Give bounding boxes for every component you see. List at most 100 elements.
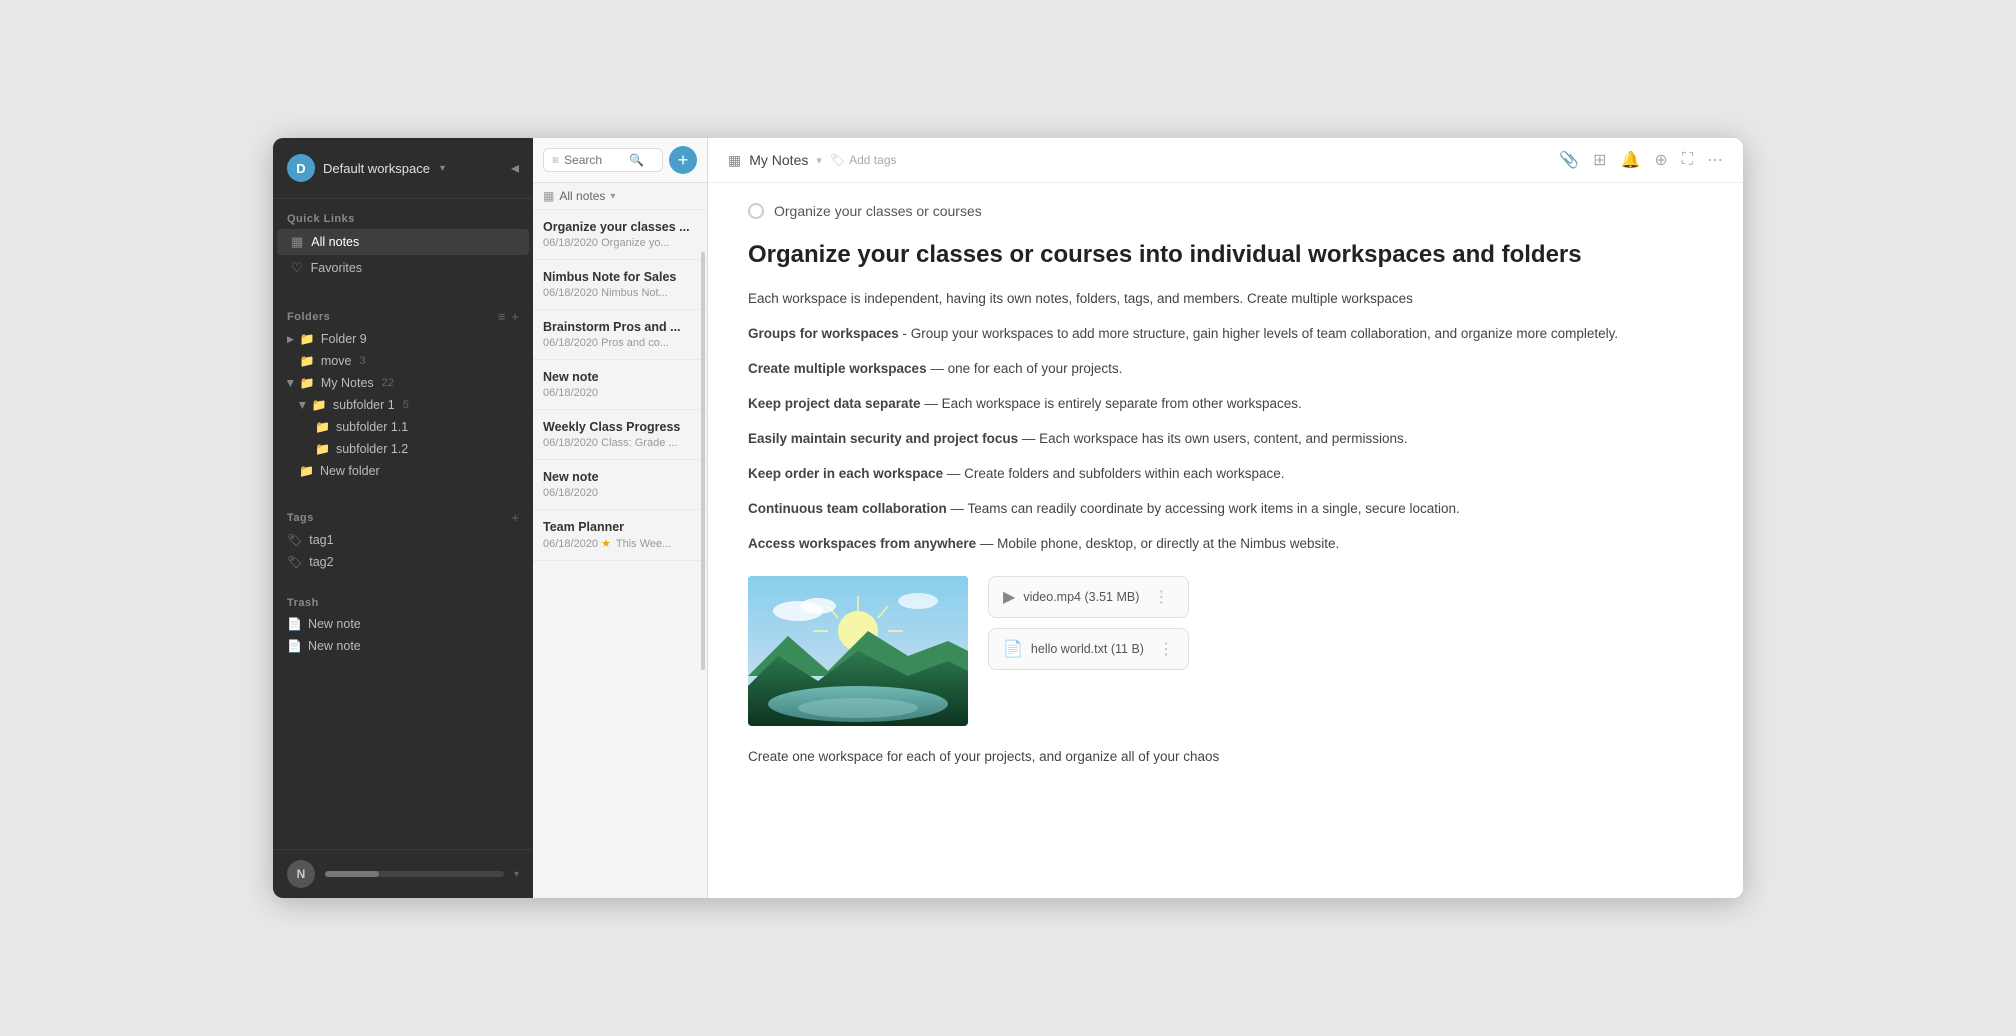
move-count: 3 (359, 355, 365, 367)
subfolder12-label: subfolder 1.2 (336, 442, 408, 456)
folder-item-subfolder11[interactable]: 📁 subfolder 1.1 (273, 416, 533, 438)
bell-icon[interactable]: 🔔 (1620, 150, 1640, 170)
share-icon[interactable]: ⊕ (1654, 150, 1667, 170)
note-title-3: Brainstorm Pros and ... (543, 320, 697, 334)
note-title-7: Team Planner (543, 520, 697, 534)
content-header: ▦ My Notes ▾ 🏷 Add tags 📎 ⊞ 🔔 ⊕ ⛶ ⋯ (708, 138, 1743, 183)
tag-item-tag2[interactable]: 🏷 tag2 (273, 551, 533, 573)
note-meta-3: 06/18/2020 Pros and co... (543, 337, 697, 349)
note-meta-2: 06/18/2020 Nimbus Not... (543, 287, 697, 299)
note-image (748, 576, 968, 726)
note-title-6: New note (543, 470, 697, 484)
body-para-1: Groups for workspaces - Group your works… (748, 323, 1703, 346)
subfolder11-icon: 📁 (315, 420, 330, 434)
trash-note2-icon: 📄 (287, 639, 302, 653)
workspace-info[interactable]: D Default workspace ▾ (287, 154, 445, 182)
workspace-avatar: D (287, 154, 315, 182)
subfolder1-count: 5 (403, 399, 409, 411)
folder-item-subfolder12[interactable]: 📁 subfolder 1.2 (273, 438, 533, 460)
note-item-4[interactable]: New note 06/18/2020 (533, 360, 707, 410)
breadcrumb-name[interactable]: My Notes (749, 152, 808, 168)
note-date-4: 06/18/2020 (543, 387, 598, 399)
txt-menu-icon[interactable]: ⋮ (1158, 639, 1174, 659)
note-item-6[interactable]: New note 06/18/2020 (533, 460, 707, 510)
video-menu-icon[interactable]: ⋮ (1153, 587, 1169, 607)
note-item-3[interactable]: Brainstorm Pros and ... 06/18/2020 Pros … (533, 310, 707, 360)
note-preview-7: This Wee... (616, 538, 671, 550)
note-meta-6: 06/18/2020 (543, 487, 697, 499)
sidebar: D Default workspace ▾ ◂ Quick Links ▦ Al… (273, 138, 533, 898)
all-notes-filter-icon: ▦ (543, 189, 554, 203)
sidebar-item-all-notes[interactable]: ▦ All notes (277, 229, 529, 255)
note-item-2[interactable]: Nimbus Note for Sales 06/18/2020 Nimbus … (533, 260, 707, 310)
note-date-3: 06/18/2020 (543, 337, 598, 349)
body-text-6: — Teams can readily coordinate by access… (947, 501, 1460, 516)
note-list-scrollbar[interactable] (701, 252, 705, 670)
body-text-1: - Group your workspaces to add more stru… (899, 326, 1618, 341)
subfolder11-label: subfolder 1.1 (336, 420, 408, 434)
tag-item-tag1[interactable]: 🏷 tag1 (273, 529, 533, 551)
bold-prefix-1: Groups for workspaces (748, 326, 899, 341)
main-content: ▦ My Notes ▾ 🏷 Add tags 📎 ⊞ 🔔 ⊕ ⛶ ⋯ (708, 138, 1743, 898)
attachment-icon[interactable]: 📎 (1559, 150, 1579, 170)
body-para-0: Each workspace is independent, having it… (748, 288, 1703, 311)
folder-item-new-folder[interactable]: 📁 New folder (273, 460, 533, 482)
favorites-icon: ♡ (291, 260, 303, 276)
folder-item-subfolder1[interactable]: ▶ 📁 subfolder 1 5 (273, 394, 533, 416)
workspace-chevron-icon: ▾ (440, 163, 445, 174)
breadcrumb: ▦ My Notes ▾ 🏷 Add tags (728, 152, 897, 169)
add-tag-icon: 🏷 (830, 153, 845, 167)
bold-prefix-2: Create multiple workspaces (748, 361, 927, 376)
content-actions: 📎 ⊞ 🔔 ⊕ ⛶ ⋯ (1559, 150, 1723, 170)
search-input[interactable] (564, 153, 624, 167)
search-box[interactable]: ≡ 🔍 (543, 148, 663, 172)
body-para-5: Keep order in each workspace — Create fo… (748, 463, 1703, 486)
folders-label: Folders (287, 311, 330, 323)
add-note-button[interactable]: + (669, 146, 697, 174)
note-item-7[interactable]: Team Planner 06/18/2020 ★ This Wee... (533, 510, 707, 561)
expand-icon[interactable]: ⛶ (1682, 151, 1693, 169)
folders-sort-icon[interactable]: ≡ (498, 309, 506, 324)
file-attachments: ▶ video.mp4 (3.51 MB) ⋮ 📄 hello world.tx… (988, 576, 1189, 670)
note-item-5[interactable]: Weekly Class Progress 06/18/2020 Class: … (533, 410, 707, 460)
trash-note1[interactable]: 📄 New note (273, 613, 533, 635)
note-body: Each workspace is independent, having it… (748, 288, 1703, 556)
folder-item-folder9[interactable]: ▶ 📁 Folder 9 (273, 328, 533, 350)
note-date-5: 06/18/2020 (543, 437, 598, 449)
add-tag-button[interactable]: 🏷 Add tags (830, 153, 897, 167)
txt-icon: 📄 (1003, 639, 1023, 659)
quick-links-label: Quick Links (273, 209, 533, 229)
user-chevron-icon[interactable]: ▾ (514, 869, 519, 880)
note-meta-7: 06/18/2020 ★ This Wee... (543, 537, 697, 550)
folder-item-my-notes[interactable]: ▶ 📁 My Notes 22 (273, 372, 533, 394)
note-list-subheader[interactable]: ▦ All notes ▾ (533, 183, 707, 210)
folders-section: Folders ≡ + ▶ 📁 Folder 9 ▶ 📁 move 3 (273, 291, 533, 492)
tags-add-icon[interactable]: + (511, 510, 519, 525)
my-notes-label: My Notes (321, 376, 374, 390)
grid-view-icon[interactable]: ⊞ (1593, 150, 1606, 170)
folder-item-move[interactable]: ▶ 📁 move 3 (273, 350, 533, 372)
all-notes-icon: ▦ (291, 234, 303, 250)
workspace-name: Default workspace (323, 161, 430, 176)
video-attachment[interactable]: ▶ video.mp4 (3.51 MB) ⋮ (988, 576, 1189, 618)
breadcrumb-chevron-icon[interactable]: ▾ (816, 154, 822, 167)
sidebar-collapse-button[interactable]: ◂ (511, 158, 519, 178)
trash-label: Trash (273, 593, 533, 613)
folder9-label: Folder 9 (321, 332, 367, 346)
note-item-1[interactable]: Organize your classes ... 06/18/2020 Org… (533, 210, 707, 260)
txt-attachment[interactable]: 📄 hello world.txt (11 B) ⋮ (988, 628, 1189, 670)
sidebar-item-favorites[interactable]: ♡ Favorites (277, 255, 529, 281)
note-title-2: Nimbus Note for Sales (543, 270, 697, 284)
tag1-icon: 🏷 (287, 533, 302, 547)
attachments-row: ▶ video.mp4 (3.51 MB) ⋮ 📄 hello world.tx… (748, 576, 1703, 726)
folders-add-icon[interactable]: + (511, 309, 519, 324)
note-date-6: 06/18/2020 (543, 487, 598, 499)
trash-note2[interactable]: 📄 New note (273, 635, 533, 657)
note-circle-icon (748, 203, 764, 219)
more-icon[interactable]: ⋯ (1707, 150, 1723, 170)
note-list-header: ≡ 🔍 + (533, 138, 707, 183)
note-date-1: 06/18/2020 (543, 237, 598, 249)
my-notes-count: 22 (382, 377, 394, 389)
tag2-icon: 🏷 (287, 555, 302, 569)
sidebar-header: D Default workspace ▾ ◂ (273, 138, 533, 199)
